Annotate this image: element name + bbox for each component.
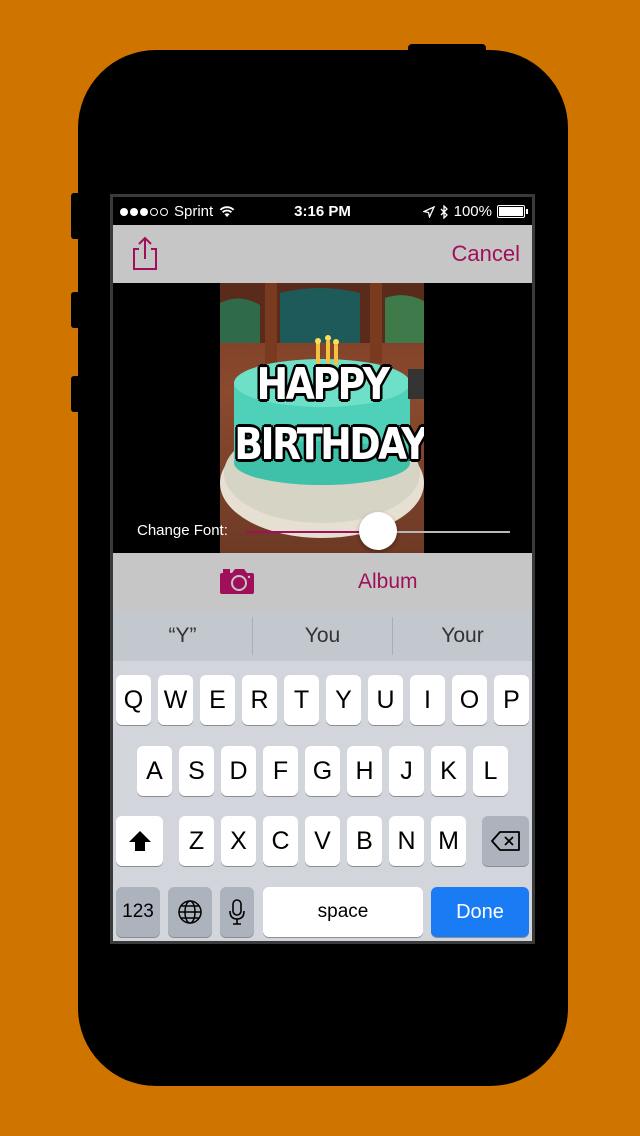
key-w[interactable]: W — [158, 675, 193, 725]
key-y[interactable]: Y — [326, 675, 361, 725]
key-v[interactable]: V — [305, 816, 340, 866]
volume-down-button — [71, 376, 81, 412]
key-l[interactable]: L — [473, 746, 508, 796]
key-m[interactable]: M — [431, 816, 466, 866]
power-button — [408, 44, 486, 56]
cake-photo: HAPPY BIRTHDAY — [220, 283, 424, 553]
share-icon[interactable] — [129, 235, 161, 271]
dictation-key[interactable] — [220, 887, 254, 937]
space-key[interactable]: space — [263, 887, 423, 937]
suggestion-1[interactable]: “Y” — [113, 611, 252, 661]
key-p[interactable]: P — [494, 675, 529, 725]
image-preview-area: HAPPY BIRTHDAY Change Font: — [113, 283, 532, 553]
volume-up-button — [71, 292, 81, 328]
key-i[interactable]: I — [410, 675, 445, 725]
key-b[interactable]: B — [347, 816, 382, 866]
key-h[interactable]: H — [347, 746, 382, 796]
status-bar: Sprint 3:16 PM 100% — [113, 197, 532, 225]
key-j[interactable]: J — [389, 746, 424, 796]
keyboard: “Y” You Your Q W E R T Y U I O P A S D F… — [113, 611, 532, 941]
camera-icon[interactable] — [219, 567, 255, 595]
screen: Sprint 3:16 PM 100% Cancel HAPPY BIRTHDA… — [113, 197, 532, 941]
key-r[interactable]: R — [242, 675, 277, 725]
cancel-button[interactable]: Cancel — [452, 241, 520, 267]
globe-key[interactable] — [168, 887, 212, 937]
meme-text-line1[interactable]: HAPPY — [234, 359, 409, 410]
backspace-icon — [490, 831, 520, 851]
battery-percent: 100% — [453, 203, 492, 220]
change-font-label: Change Font: — [137, 522, 228, 539]
key-f[interactable]: F — [263, 746, 298, 796]
key-x[interactable]: X — [221, 816, 256, 866]
key-o[interactable]: O — [452, 675, 487, 725]
delete-key[interactable] — [482, 816, 529, 866]
key-n[interactable]: N — [389, 816, 424, 866]
key-q[interactable]: Q — [116, 675, 151, 725]
key-k[interactable]: K — [431, 746, 466, 796]
key-z[interactable]: Z — [179, 816, 214, 866]
key-u[interactable]: U — [368, 675, 403, 725]
key-c[interactable]: C — [263, 816, 298, 866]
suggestion-bar: “Y” You Your — [113, 611, 532, 661]
microphone-icon — [229, 899, 245, 925]
shift-icon — [128, 831, 151, 851]
key-d[interactable]: D — [221, 746, 256, 796]
album-button[interactable]: Album — [358, 570, 418, 594]
cake-illustration — [220, 283, 424, 538]
bottom-toolbar: Album — [113, 553, 532, 611]
location-icon — [422, 205, 435, 218]
done-key[interactable]: Done — [431, 887, 529, 937]
key-g[interactable]: G — [305, 746, 340, 796]
font-slider-thumb[interactable] — [359, 512, 397, 550]
key-t[interactable]: T — [284, 675, 319, 725]
bluetooth-icon — [440, 204, 448, 219]
status-right: 100% — [422, 203, 528, 220]
battery-icon — [497, 205, 528, 218]
suggestion-2[interactable]: You — [253, 611, 392, 661]
key-a[interactable]: A — [137, 746, 172, 796]
meme-text-line2[interactable]: BIRTHDAY — [234, 419, 424, 470]
globe-icon — [178, 900, 202, 924]
suggestion-3[interactable]: Your — [393, 611, 532, 661]
key-e[interactable]: E — [200, 675, 235, 725]
nav-bar: Cancel — [113, 225, 532, 283]
key-s[interactable]: S — [179, 746, 214, 796]
mute-switch — [71, 193, 81, 239]
shift-key[interactable] — [116, 816, 163, 866]
numbers-key[interactable]: 123 — [116, 887, 160, 937]
